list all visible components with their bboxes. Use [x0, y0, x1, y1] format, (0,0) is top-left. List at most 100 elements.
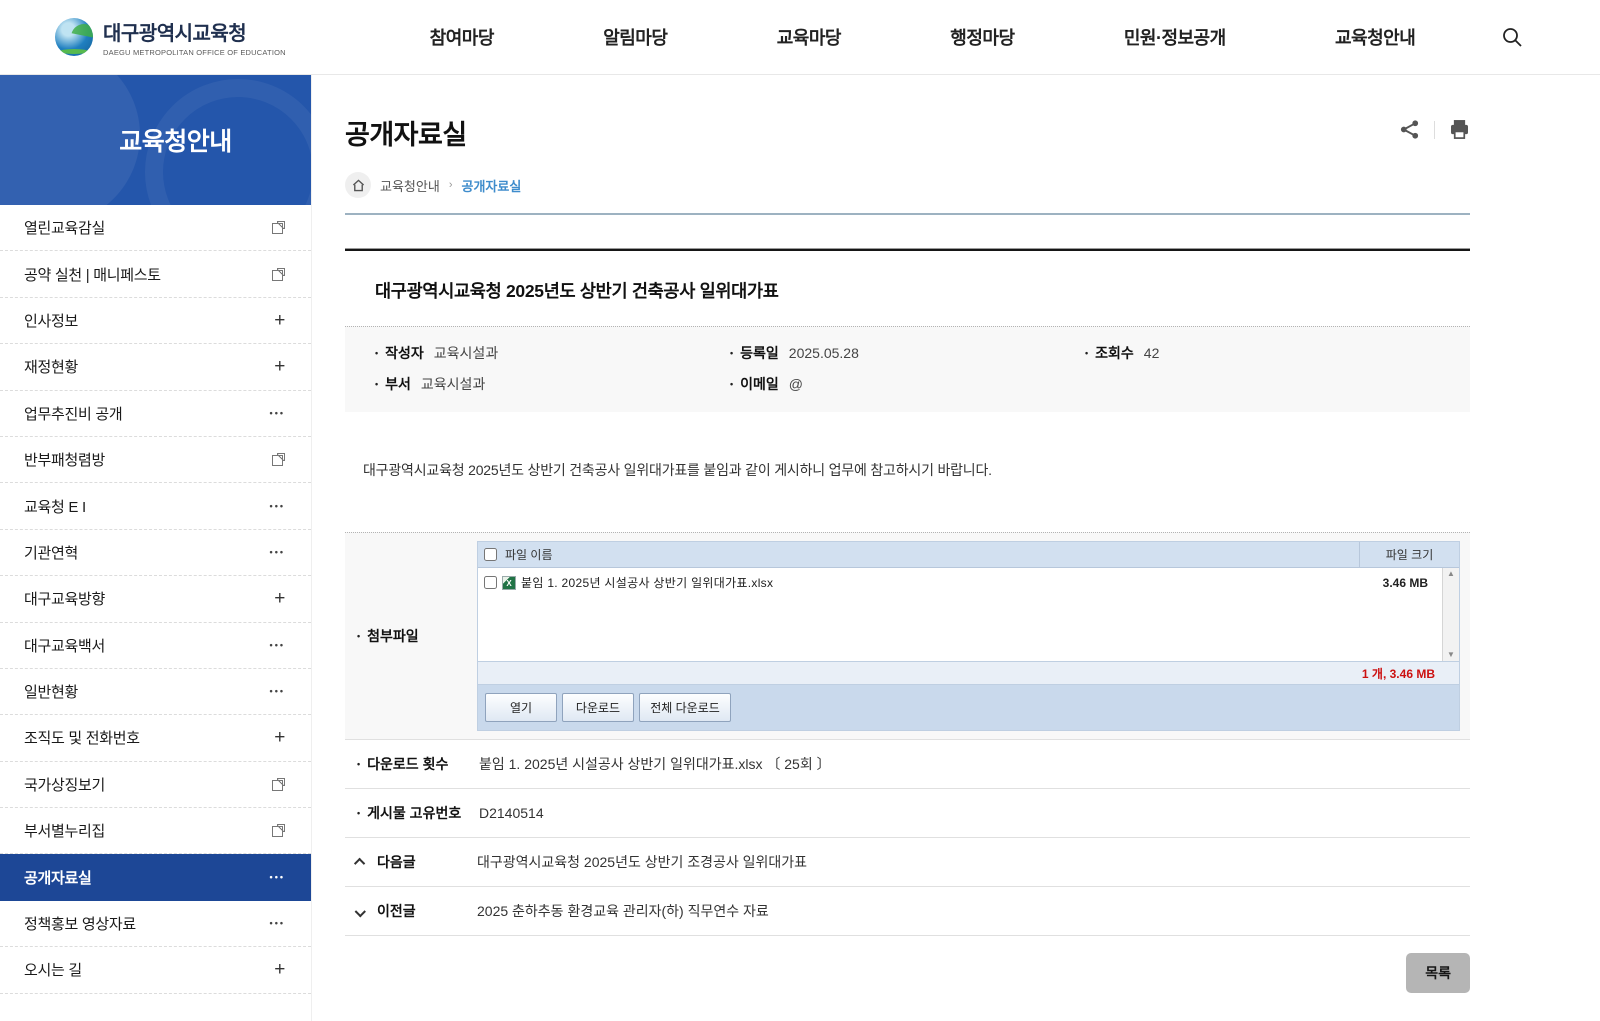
sidebar-item-history[interactable]: 기관연혁 — [0, 530, 311, 576]
external-link-icon — [272, 824, 285, 837]
file-button-bar: 열기 다운로드 전체 다운로드 — [478, 684, 1459, 730]
scrollbar[interactable]: ▲ ▼ — [1442, 568, 1459, 661]
sidebar-item-whitepaper[interactable]: 대구교육백서 — [0, 623, 311, 669]
plus-icon — [274, 960, 285, 979]
select-all-checkbox[interactable] — [484, 548, 497, 561]
scroll-up-icon[interactable]: ▲ — [1447, 570, 1455, 578]
sidebar-item-org-chart[interactable]: 조직도 및 전화번호 — [0, 715, 311, 761]
sidebar-item-general-status[interactable]: 일반현황 — [0, 669, 311, 715]
sidebar-item-finance[interactable]: 재정현황 — [0, 344, 311, 390]
home-icon[interactable] — [345, 172, 371, 198]
download-count-value: 붙임 1. 2025년 시설공사 상반기 일위대가표.xlsx 〔 25회 〕 — [479, 754, 831, 774]
attachments-label: 첨부파일 — [357, 626, 419, 646]
sidebar-item-national-symbols[interactable]: 국가상징보기 — [0, 762, 311, 808]
file-summary: 1 개, 3.46 MB — [1362, 665, 1435, 682]
chevron-right-icon: › — [449, 179, 453, 191]
nav-item-office-guide[interactable]: 교육청안내 — [1335, 24, 1415, 50]
search-icon[interactable] — [1500, 22, 1530, 52]
attachments-section: 첨부파일 파일 이름 파일 크기 X 붙임 1. 2025년 시설공사 상반기 … — [345, 532, 1470, 739]
dots-icon — [270, 548, 285, 557]
nav-item-civil-info[interactable]: 민원·정보공개 — [1124, 24, 1226, 50]
download-count-row: 다운로드 횟수 붙임 1. 2025년 시설공사 상반기 일위대가표.xlsx … — [345, 739, 1470, 788]
plus-icon — [274, 589, 285, 608]
sidebar-item-office-ei[interactable]: 교육청 E I — [0, 483, 311, 529]
file-checkbox[interactable] — [484, 576, 497, 589]
meta-date: 등록일2025.05.28 — [730, 343, 1085, 363]
file-name: 붙임 1. 2025년 시설공사 상반기 일위대가표.xlsx — [521, 574, 1378, 591]
dots-icon — [270, 873, 285, 882]
file-list-header: 파일 이름 파일 크기 — [478, 542, 1459, 568]
file-size: 3.46 MB — [1383, 576, 1436, 590]
breadcrumb: 교육청안내 › 공개자료실 — [345, 172, 1470, 198]
sidebar-item-open-data[interactable]: 공개자료실 — [0, 854, 311, 900]
sidebar-menu: 열린교육감실 공약 실천 | 매니페스토 인사정보 재정현황 업무추진비 공개 … — [0, 205, 311, 994]
breadcrumb-root[interactable]: 교육청안내 — [380, 176, 440, 195]
post-id-value: D2140514 — [479, 805, 544, 821]
dots-icon — [270, 409, 285, 418]
dots-icon — [270, 641, 285, 650]
post-id-row: 게시물 고유번호 D2140514 — [345, 788, 1470, 837]
download-button[interactable]: 다운로드 — [562, 693, 634, 722]
post-body-text: 대구광역시교육청 2025년도 상반기 건축공사 일위대가표를 붙임과 같이 게… — [345, 412, 1470, 532]
file-widget: 파일 이름 파일 크기 X 붙임 1. 2025년 시설공사 상반기 일위대가표… — [477, 541, 1460, 731]
sidebar-header: 교육청안내 — [0, 75, 311, 205]
post-meta: 작성자교육시설과 등록일2025.05.28 조회수42 부서교육시설과 이메일… — [345, 326, 1470, 412]
divider — [345, 213, 1470, 215]
plus-icon — [274, 311, 285, 330]
sidebar-item-edu-direction[interactable]: 대구교육방향 — [0, 576, 311, 622]
sidebar-item-directions[interactable]: 오시는 길 — [0, 947, 311, 993]
print-icon[interactable] — [1449, 119, 1470, 140]
file-name-column-header: 파일 이름 — [497, 546, 1359, 563]
sidebar-item-manifesto[interactable]: 공약 실천 | 매니페스토 — [0, 251, 311, 297]
list-button[interactable]: 목록 — [1406, 953, 1470, 993]
main-content: 공개자료실 — [312, 75, 1600, 1021]
prev-post-title[interactable]: 2025 춘하추동 환경교육 관리자(하) 직무연수 자료 — [477, 901, 769, 921]
file-row[interactable]: X 붙임 1. 2025년 시설공사 상반기 일위대가표.xlsx 3.46 M… — [478, 571, 1442, 594]
next-post-title[interactable]: 대구광역시교육청 2025년도 상반기 조경공사 일위대가표 — [477, 852, 807, 872]
divider — [345, 935, 1470, 936]
sidebar-item-dept-sites[interactable]: 부서별누리집 — [0, 808, 311, 854]
global-nav: 참여마당 알림마당 교육마당 행정마당 민원·정보공개 교육청안내 — [375, 24, 1470, 50]
next-post-row[interactable]: 다음글 대구광역시교육청 2025년도 상반기 조경공사 일위대가표 — [345, 837, 1470, 886]
open-file-button[interactable]: 열기 — [485, 693, 557, 722]
download-all-button[interactable]: 전체 다운로드 — [639, 693, 731, 722]
sidebar-item-hr-info[interactable]: 인사정보 — [0, 298, 311, 344]
chevron-down-icon — [355, 906, 366, 917]
file-summary-bar: 1 개, 3.46 MB — [478, 661, 1459, 684]
file-list: X 붙임 1. 2025년 시설공사 상반기 일위대가표.xlsx 3.46 M… — [478, 568, 1442, 661]
site-logo[interactable]: 대구광역시교육청 DAEGU METROPOLITAN OFFICE OF ED… — [55, 17, 305, 57]
file-size-column-header: 파일 크기 — [1359, 542, 1459, 567]
external-link-icon — [272, 453, 285, 466]
page-title: 공개자료실 — [345, 113, 467, 152]
nav-item-administration[interactable]: 행정마당 — [950, 24, 1014, 50]
logo-title: 대구광역시교육청 — [103, 17, 286, 46]
nav-item-education[interactable]: 교육마당 — [777, 24, 841, 50]
external-link-icon — [272, 221, 285, 234]
sidebar-item-expenses[interactable]: 업무추진비 공개 — [0, 391, 311, 437]
external-link-icon — [272, 778, 285, 791]
top-header: 대구광역시교육청 DAEGU METROPOLITAN OFFICE OF ED… — [0, 0, 1600, 75]
sidebar: 교육청안내 열린교육감실 공약 실천 | 매니페스토 인사정보 재정현황 업무추… — [0, 75, 312, 1021]
nav-item-participation[interactable]: 참여마당 — [430, 24, 494, 50]
dots-icon — [270, 687, 285, 696]
nav-item-notice[interactable]: 알림마당 — [603, 24, 667, 50]
post-title: 대구광역시교육청 2025년도 상반기 건축공사 일위대가표 — [345, 251, 1470, 326]
sidebar-item-anticorruption[interactable]: 반부패청렴방 — [0, 437, 311, 483]
excel-file-icon: X — [502, 576, 516, 590]
plus-icon — [274, 728, 285, 747]
scroll-down-icon[interactable]: ▼ — [1447, 651, 1455, 659]
logo-globe-icon — [55, 18, 93, 56]
dots-icon — [270, 919, 285, 928]
chevron-up-icon — [354, 858, 365, 869]
sidebar-item-policy-videos[interactable]: 정책홍보 영상자료 — [0, 901, 311, 947]
meta-email: 이메일@ — [730, 374, 1085, 394]
meta-department: 부서교육시설과 — [375, 374, 730, 394]
breadcrumb-current[interactable]: 공개자료실 — [461, 176, 521, 195]
share-icon[interactable] — [1399, 119, 1420, 140]
sidebar-item-open-office[interactable]: 열린교육감실 — [0, 205, 311, 251]
external-link-icon — [272, 268, 285, 281]
divider — [1434, 121, 1435, 139]
plus-icon — [274, 357, 285, 376]
prev-post-row[interactable]: 이전글 2025 춘하추동 환경교육 관리자(하) 직무연수 자료 — [345, 886, 1470, 935]
meta-views: 조회수42 — [1085, 343, 1440, 363]
